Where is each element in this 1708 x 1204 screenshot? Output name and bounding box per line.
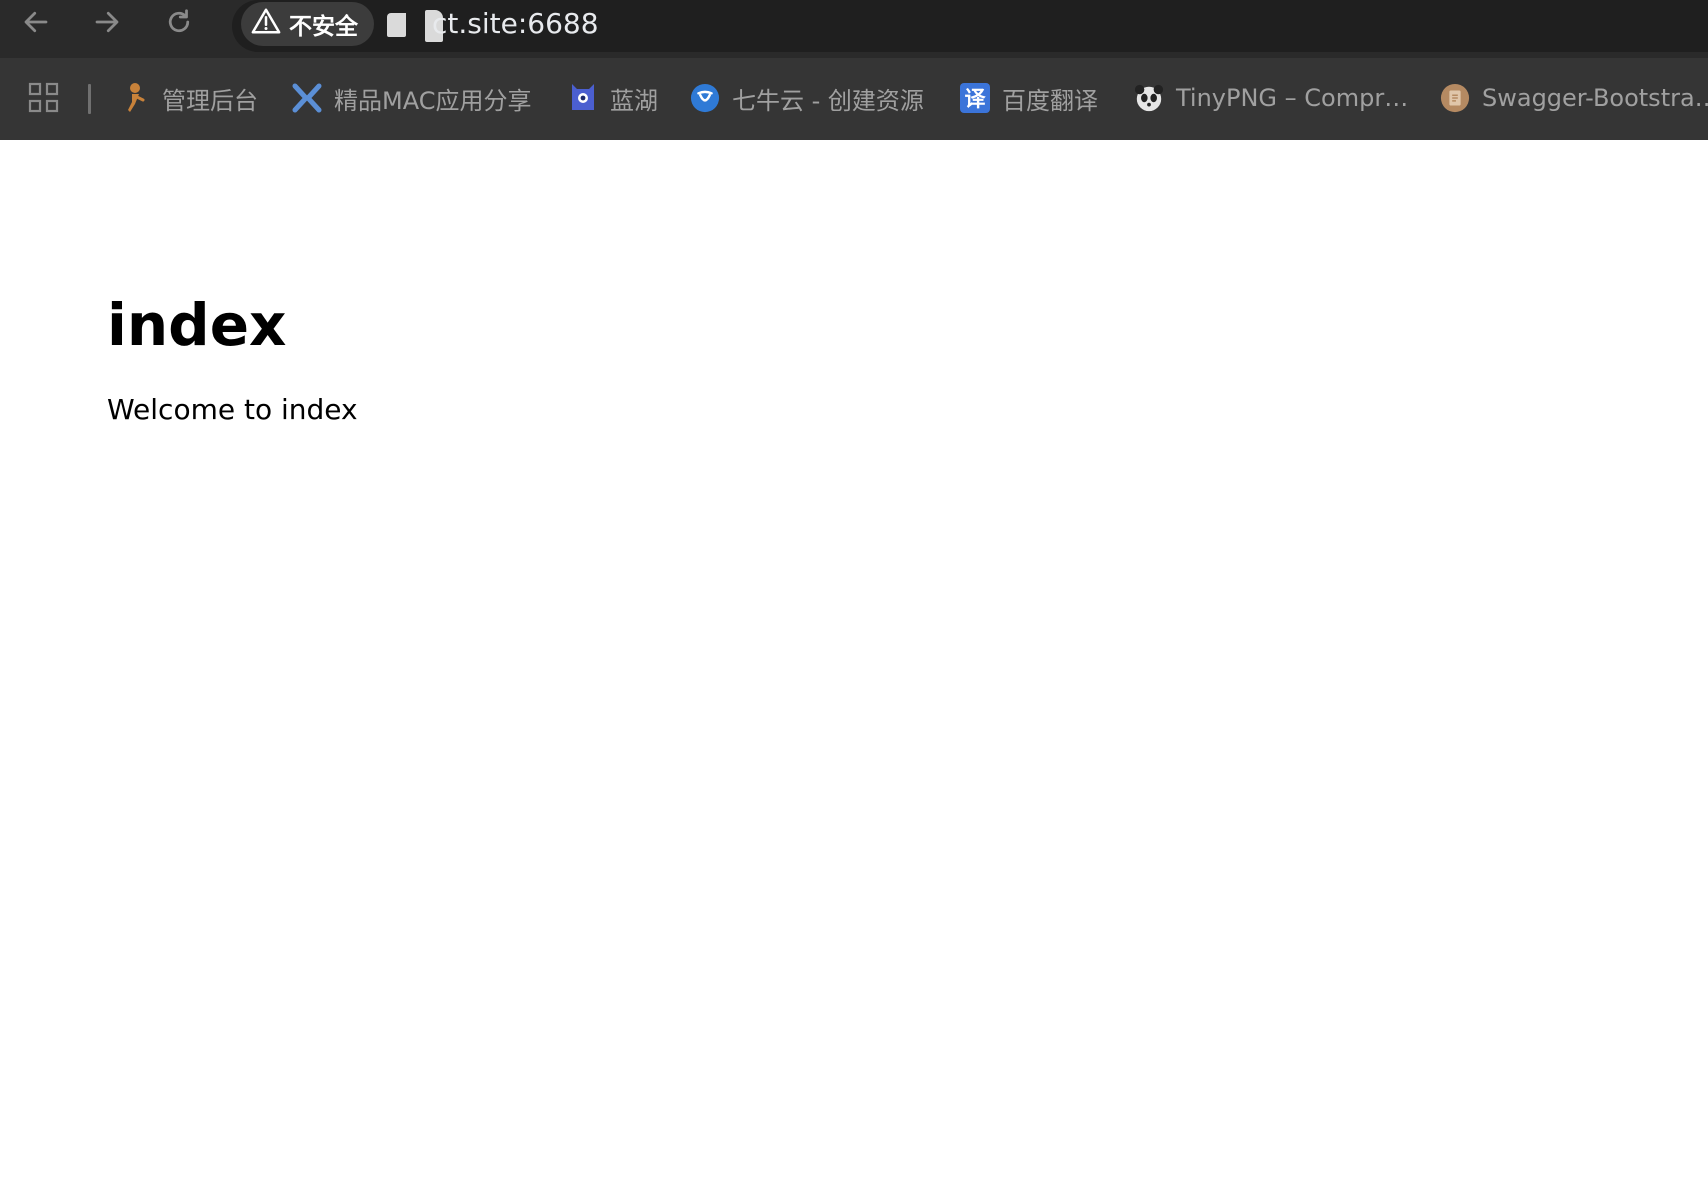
browser-toolbar: 不安全 ct.site:6688	[0, 0, 1708, 58]
arrow-left-icon	[21, 7, 51, 42]
warning-triangle-icon	[251, 7, 281, 41]
bookmark-item[interactable]: 精品MAC应用分享	[292, 78, 531, 118]
bookmark-tinypng-icon	[1134, 83, 1164, 113]
url-redaction-mark	[387, 13, 406, 37]
security-label: 不安全	[289, 14, 358, 40]
address-bar[interactable]: 不安全 ct.site:6688	[232, 0, 1708, 52]
bookmark-label: 蓝湖	[610, 86, 658, 115]
bookmark-lanhu-icon	[568, 83, 598, 113]
bookmark-admin-icon	[120, 83, 150, 113]
bookmark-label: 七牛云 - 创建资源	[732, 86, 924, 115]
page-heading: index	[107, 291, 287, 359]
bookmark-label: Swagger-Bootstra…	[1482, 84, 1708, 112]
welcome-text: Welcome to index	[107, 393, 358, 426]
bookmark-label: TinyPNG – Compr…	[1176, 84, 1409, 112]
arrow-right-icon	[92, 7, 122, 42]
reload-icon	[164, 7, 194, 42]
bookmark-x-icon	[292, 83, 322, 113]
bookmark-item[interactable]: 译 百度翻译	[960, 78, 1098, 118]
bookmark-item[interactable]: 七牛云 - 创建资源	[690, 78, 924, 118]
reload-button[interactable]	[161, 6, 197, 42]
bookmark-item[interactable]: TinyPNG – Compr…	[1134, 78, 1408, 118]
bookmark-label: 精品MAC应用分享	[334, 86, 532, 115]
bookmark-item[interactable]: 管理后台	[120, 78, 258, 118]
page-content: index Welcome to index	[0, 140, 1708, 1204]
bookmark-item[interactable]: 蓝湖	[568, 78, 658, 118]
bookmark-item[interactable]: Swagger-Bootstra…	[1440, 78, 1708, 118]
bookmark-swagger-icon	[1440, 83, 1470, 113]
apps-grid-icon[interactable]	[28, 82, 60, 114]
back-button[interactable]	[18, 6, 54, 42]
browser-chrome: 不安全 ct.site:6688 管理后台 精品MAC应用分享 蓝湖 七牛云 -…	[0, 0, 1708, 140]
bookmark-baidu-translate-icon: 译	[960, 83, 990, 113]
bookmark-qiniu-icon	[690, 83, 720, 113]
bookmark-label: 管理后台	[162, 86, 258, 115]
bookmarks-separator	[88, 84, 91, 114]
url-text: ct.site:6688	[432, 7, 599, 40]
bookmarks-bar: 管理后台 精品MAC应用分享 蓝湖 七牛云 - 创建资源 译 百度翻译 Tiny…	[0, 58, 1708, 140]
forward-button[interactable]	[89, 6, 125, 42]
security-indicator[interactable]: 不安全	[241, 2, 374, 46]
bookmark-label: 百度翻译	[1002, 86, 1098, 115]
